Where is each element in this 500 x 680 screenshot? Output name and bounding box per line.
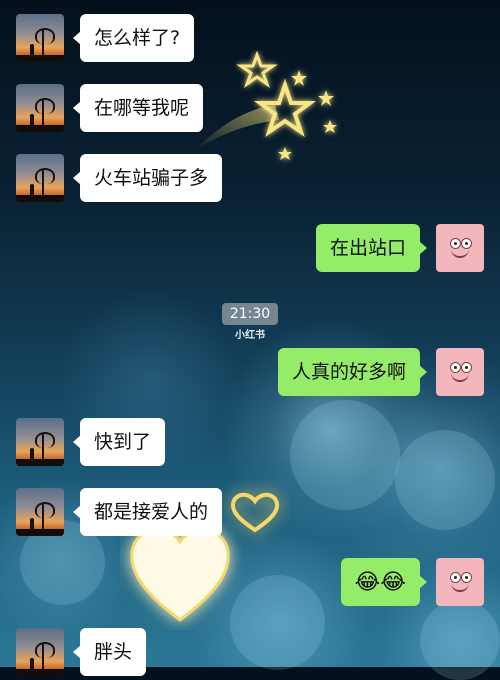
message-timestamp: 21:30 (222, 303, 278, 325)
message-row: 都是接爱人的 (0, 488, 500, 540)
incoming-message-bubble[interactable]: 快到了 (72, 418, 166, 466)
contact-avatar[interactable] (16, 84, 64, 132)
contact-avatar[interactable] (16, 488, 64, 536)
message-row: 在出站口 (0, 224, 500, 276)
message-row: 火车站骗子多 (0, 154, 500, 206)
self-avatar[interactable] (436, 348, 484, 396)
contact-avatar[interactable] (16, 154, 64, 202)
message-row: 人真的好多啊 (0, 348, 500, 400)
self-avatar[interactable] (436, 224, 484, 272)
incoming-message-bubble[interactable]: 都是接爱人的 (72, 488, 223, 536)
message-row: 胖头 (0, 628, 500, 680)
message-row: 在哪等我呢 (0, 84, 500, 136)
outgoing-message-bubble[interactable]: 在出站口 (315, 224, 428, 272)
contact-avatar[interactable] (16, 628, 64, 676)
incoming-message-bubble[interactable]: 怎么样了? (72, 14, 195, 62)
message-row: 😂😂 (0, 558, 500, 610)
xiaohongshu-watermark: 小红书 (235, 330, 265, 341)
tears-of-joy-emoji: 😂😂 (354, 569, 406, 595)
message-row: 怎么样了? (0, 14, 500, 66)
contact-avatar[interactable] (16, 418, 64, 466)
outgoing-message-bubble[interactable]: 人真的好多啊 (277, 348, 428, 396)
contact-avatar[interactable] (16, 14, 64, 62)
outgoing-emoji-bubble[interactable]: 😂😂 (340, 558, 428, 606)
incoming-message-bubble[interactable]: 胖头 (72, 628, 147, 676)
self-avatar[interactable] (436, 558, 484, 606)
incoming-message-bubble[interactable]: 在哪等我呢 (72, 84, 204, 132)
message-row: 快到了 (0, 418, 500, 470)
incoming-message-bubble[interactable]: 火车站骗子多 (72, 154, 223, 202)
